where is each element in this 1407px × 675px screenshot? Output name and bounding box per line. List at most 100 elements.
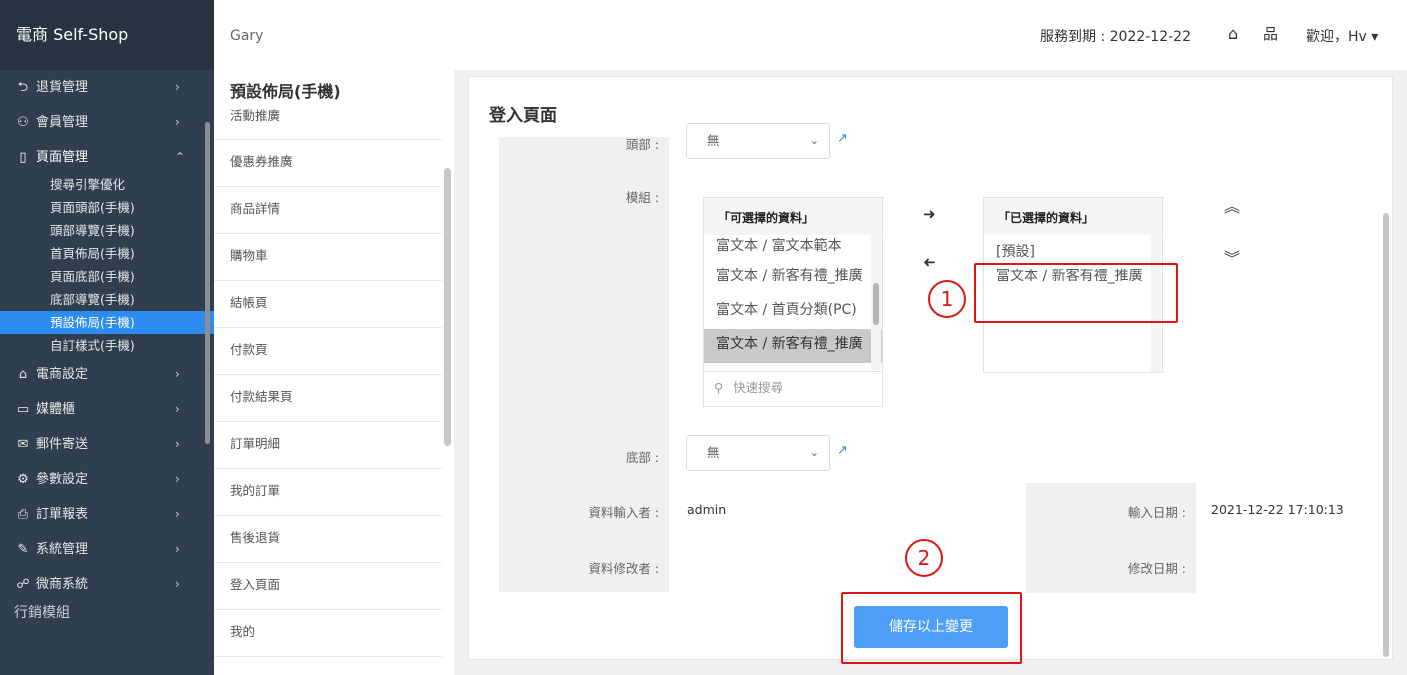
sidebar-item-label: 頁面管理 <box>36 150 89 165</box>
users-icon: ⚇ <box>17 115 29 130</box>
list-item[interactable]: 購物車 <box>214 234 442 281</box>
creator-label: 資料輸入者 : <box>588 505 659 520</box>
search-icon: ⚲ <box>714 380 724 395</box>
list-item[interactable]: 優惠券推廣 <box>214 140 442 187</box>
footer-select[interactable]: 無 ⌄ <box>686 435 830 471</box>
page-icon: ▯ <box>19 150 27 165</box>
layout-list: 活動推廣 優惠券推廣 商品詳情 購物車 結帳頁 付款頁 付款結果頁 訂單明細 我… <box>214 94 442 657</box>
chevron-right-icon: › <box>175 542 180 556</box>
sidebar-item-label: 會員管理 <box>36 115 89 130</box>
return-icon: ⮌ <box>17 80 29 95</box>
annotation-marker-1: 1 <box>928 280 966 318</box>
list-item[interactable]: 我的 <box>214 610 442 657</box>
list-item[interactable]: 富文本 / 首頁分類(PC) <box>704 295 882 329</box>
list-item[interactable]: 訂單明細 <box>214 422 442 469</box>
move-left-arrow-icon[interactable]: ➜ <box>923 253 936 271</box>
chevron-right-icon: › <box>175 402 180 416</box>
sidebar-item-parameters[interactable]: ⚙ 參數設定 › <box>0 462 214 497</box>
sidebar-item-label: 訂單報表 <box>36 507 89 522</box>
sidebar-subitem-default-layout[interactable]: 預設佈局(手機) <box>0 311 214 334</box>
sitemap-icon[interactable]: 品 <box>1263 23 1278 44</box>
settings-icon: ⚙ <box>17 472 29 487</box>
sidebar: 電商 Self-Shop ⮌ 退貨管理 › ⚇ 會員管理 › ▯ 頁面管理 ⌃ 搜尋引… <box>0 0 214 675</box>
head-label: 頭部 : <box>625 137 659 152</box>
move-right-arrow-icon[interactable]: ➜ <box>923 205 936 223</box>
list-item[interactable]: 付款頁 <box>214 328 442 375</box>
sidebar-subitem-page-footer[interactable]: 頁面底部(手機) <box>0 265 214 288</box>
sidebar-item-micro-commerce[interactable]: ☍ 微商系統 › <box>0 567 214 602</box>
list-item[interactable]: 商品詳情 <box>214 187 442 234</box>
quick-search-input[interactable]: ⚲ 快速搜尋 <box>704 371 882 405</box>
head-select-value: 無 <box>707 133 720 148</box>
home-icon[interactable]: ⌂ <box>1228 24 1238 43</box>
modify-date-label: 修改日期 : <box>1127 561 1186 576</box>
list-item-selected[interactable]: 富文本 / 新客有禮_推廣 <box>704 329 882 363</box>
sidebar-item-label: 參數設定 <box>36 472 89 487</box>
sidebar-subitem-footer-nav[interactable]: 底部導覽(手機) <box>0 288 214 311</box>
chevron-down-icon: ⌄ <box>809 134 819 147</box>
list-item[interactable]: 登入頁面 <box>214 563 442 610</box>
sidebar-item-order-reports[interactable]: ⎙ 訂單報表 › <box>0 497 214 532</box>
head-select[interactable]: 無 ⌄ <box>686 123 830 159</box>
sidebar-item-label: 微商系統 <box>36 577 89 592</box>
move-down-icon[interactable]: ︾ <box>1224 245 1240 269</box>
chevron-right-icon: › <box>175 115 180 129</box>
sidebar-subitem-custom-style[interactable]: 自訂樣式(手機) <box>0 334 214 357</box>
sidebar-item-page-management[interactable]: ▯ 頁面管理 ⌃ <box>0 140 214 175</box>
modifier-label: 資料修改者 : <box>588 561 659 576</box>
available-list-title: 「可選擇的資料」 <box>704 198 882 235</box>
creator-value: admin <box>687 502 727 517</box>
search-placeholder: 快速搜尋 <box>733 380 784 395</box>
sidebar-item-returns[interactable]: ⮌ 退貨管理 › <box>0 70 214 105</box>
panel-scrollbar[interactable] <box>444 168 451 446</box>
user-name: Gary <box>230 28 264 44</box>
sidebar-subitem-seo[interactable]: 搜尋引擎優化 <box>0 173 214 196</box>
footer-label: 底部 : <box>625 450 659 465</box>
network-icon: ☍ <box>16 577 30 592</box>
main-content: 登入頁面 頭部 : 無 ⌄ ↗ 模組 : 「可選擇的資料」 富文本 / 富文本範… <box>468 76 1393 664</box>
list-item[interactable]: 我的訂單 <box>214 469 442 516</box>
content-scrollbar[interactable] <box>1383 213 1389 657</box>
available-list: 「可選擇的資料」 富文本 / 富文本範本 富文本 / 新客有禮_推廣 富文本 /… <box>703 197 883 407</box>
save-changes-button[interactable]: 儲存以上變更 <box>854 606 1008 648</box>
chevron-right-icon: › <box>175 367 180 381</box>
sidebar-item-ecommerce-settings[interactable]: ⌂ 電商設定 › <box>0 357 214 392</box>
sidebar-item-marketing[interactable]: 行銷模組 <box>0 602 214 622</box>
external-link-icon[interactable]: ↗ <box>837 443 848 458</box>
tools-icon: ✎ <box>17 542 29 557</box>
move-up-icon[interactable]: ︽ <box>1224 193 1240 217</box>
list-item[interactable]: 富文本 / 新客有禮_推廣 <box>704 261 882 295</box>
external-link-icon[interactable]: ↗ <box>837 131 848 146</box>
store-icon: ⌂ <box>18 367 28 382</box>
user-menu[interactable]: 歡迎，Hv ▾ <box>1306 26 1378 46</box>
sidebar-item-media[interactable]: ▭ 媒體櫃 › <box>0 392 214 427</box>
sidebar-item-label: 郵件寄送 <box>36 437 89 452</box>
list-item[interactable]: 活動推廣 <box>214 94 442 140</box>
sidebar-item-label: 系統管理 <box>36 542 89 557</box>
sidebar-item-system[interactable]: ✎ 系統管理 › <box>0 532 214 567</box>
page-title: 登入頁面 <box>489 106 557 126</box>
chevron-right-icon: › <box>175 437 180 451</box>
layout-list-panel: Gary 預設佈局(手機) 活動推廣 優惠券推廣 商品詳情 購物車 結帳頁 付款… <box>214 0 454 675</box>
chevron-right-icon: › <box>175 472 180 486</box>
selected-list-title: 「已選擇的資料」 <box>984 198 1162 235</box>
list-item[interactable]: 付款結果頁 <box>214 375 442 422</box>
sidebar-subitem-page-header[interactable]: 頁面頭部(手機) <box>0 196 214 219</box>
chevron-right-icon: › <box>175 80 180 94</box>
list-item[interactable]: 富文本 / 富文本範本 <box>704 235 882 261</box>
sidebar-scrollbar[interactable] <box>205 122 210 444</box>
sidebar-subitem-header-nav[interactable]: 頭部導覽(手機) <box>0 219 214 242</box>
chevron-up-icon: ⌃ <box>175 150 186 164</box>
list-scrollbar[interactable] <box>873 283 879 325</box>
chevron-down-icon: ⌄ <box>809 446 819 459</box>
sidebar-subitem-home-layout[interactable]: 首頁佈局(手機) <box>0 242 214 265</box>
list-item[interactable]: 結帳頁 <box>214 281 442 328</box>
sidebar-item-members[interactable]: ⚇ 會員管理 › <box>0 105 214 140</box>
module-label: 模組 : <box>625 190 659 205</box>
sidebar-item-mail[interactable]: ✉ 郵件寄送 › <box>0 427 214 462</box>
folder-icon: ▭ <box>16 402 30 417</box>
mail-icon: ✉ <box>17 437 29 452</box>
sidebar-item-label: 電商設定 <box>36 367 89 382</box>
list-item[interactable]: 售後退貨 <box>214 516 442 563</box>
chevron-right-icon: › <box>175 577 180 591</box>
